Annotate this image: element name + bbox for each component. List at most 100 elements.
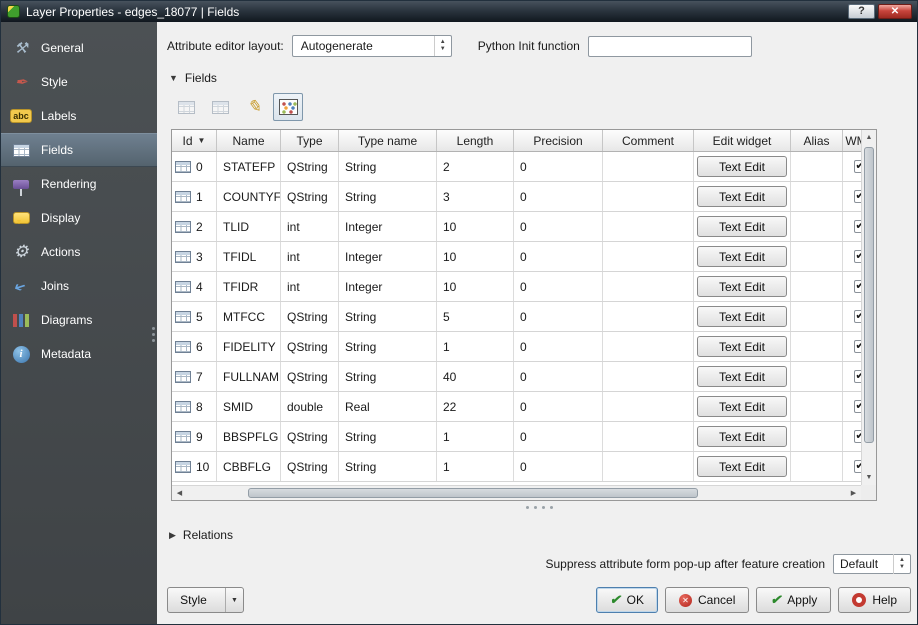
field-editwidget-cell: Text Edit bbox=[694, 362, 791, 391]
sidebar-item-general[interactable]: General bbox=[1, 31, 157, 65]
wms-checkbox[interactable]: ✔ bbox=[854, 460, 862, 473]
field-typename-cell: String bbox=[339, 182, 437, 211]
sidebar-item-metadata[interactable]: i Metadata bbox=[1, 337, 157, 371]
delete-field-button[interactable] bbox=[205, 93, 235, 121]
fields-section-toggle[interactable]: Fields bbox=[169, 71, 911, 85]
edit-widget-button[interactable]: Text Edit bbox=[697, 156, 787, 177]
column-header-length[interactable]: Length bbox=[437, 130, 514, 151]
field-wms-cell: ✔ bbox=[843, 392, 861, 421]
field-editwidget-cell: Text Edit bbox=[694, 242, 791, 271]
sidebar: General Style abc Labels Fields Renderin… bbox=[1, 22, 157, 624]
wms-checkbox[interactable]: ✔ bbox=[854, 190, 862, 203]
wms-checkbox[interactable]: ✔ bbox=[854, 310, 862, 323]
field-name-cell: FIDELITY bbox=[217, 332, 281, 361]
column-header-id[interactable]: Id ▼ bbox=[172, 130, 217, 151]
python-init-input[interactable] bbox=[588, 36, 752, 57]
field-type-cell: int bbox=[281, 242, 339, 271]
suppress-select[interactable]: Default bbox=[833, 554, 911, 574]
wms-checkbox[interactable]: ✔ bbox=[854, 430, 862, 443]
field-wms-cell: ✔ bbox=[843, 302, 861, 331]
horizontal-scrollbar-thumb[interactable] bbox=[248, 488, 698, 498]
field-row: 0STATEFPQStringString20Text Edit✔ bbox=[172, 152, 861, 182]
scroll-right-icon[interactable] bbox=[846, 486, 861, 500]
scroll-up-icon[interactable] bbox=[862, 130, 876, 145]
attribute-editor-layout-value: Autogenerate bbox=[301, 39, 434, 53]
field-type-cell: QString bbox=[281, 422, 339, 451]
sidebar-item-actions[interactable]: Actions bbox=[1, 235, 157, 269]
sidebar-splitter-handle[interactable] bbox=[151, 317, 156, 351]
field-id-cell: 0 bbox=[172, 152, 217, 181]
edit-widget-button[interactable]: Text Edit bbox=[697, 456, 787, 477]
wms-checkbox[interactable]: ✔ bbox=[854, 280, 862, 293]
column-header-type[interactable]: Type bbox=[281, 130, 339, 151]
ok-button[interactable]: OK bbox=[596, 587, 658, 613]
window-close-button[interactable]: ✕ bbox=[878, 4, 912, 19]
field-calculator-button[interactable] bbox=[273, 93, 303, 121]
edit-widget-button[interactable]: Text Edit bbox=[697, 366, 787, 387]
pencil-icon bbox=[247, 97, 261, 117]
sidebar-item-display[interactable]: Display bbox=[1, 201, 157, 235]
edit-widget-button[interactable]: Text Edit bbox=[697, 426, 787, 447]
field-id: 1 bbox=[196, 190, 203, 204]
splitter-handle[interactable] bbox=[167, 501, 911, 514]
field-type-cell: QString bbox=[281, 452, 339, 481]
field-wms-cell: ✔ bbox=[843, 362, 861, 391]
column-header-editwidget[interactable]: Edit widget bbox=[694, 130, 791, 151]
field-length-cell: 40 bbox=[437, 362, 514, 391]
style-button[interactable]: Style bbox=[167, 587, 244, 613]
field-editwidget-cell: Text Edit bbox=[694, 152, 791, 181]
cancel-button[interactable]: Cancel bbox=[665, 587, 749, 613]
field-wms-cell: ✔ bbox=[843, 182, 861, 211]
horizontal-scrollbar[interactable] bbox=[172, 485, 861, 500]
wms-checkbox[interactable]: ✔ bbox=[854, 250, 862, 263]
help-button[interactable]: Help bbox=[838, 587, 911, 613]
column-header-comment[interactable]: Comment bbox=[603, 130, 694, 151]
edit-widget-button[interactable]: Text Edit bbox=[697, 246, 787, 267]
scroll-left-icon[interactable] bbox=[172, 486, 187, 500]
sidebar-item-rendering[interactable]: Rendering bbox=[1, 167, 157, 201]
sidebar-item-diagrams[interactable]: Diagrams bbox=[1, 303, 157, 337]
column-header-name[interactable]: Name bbox=[217, 130, 281, 151]
field-length-cell: 1 bbox=[437, 452, 514, 481]
wms-checkbox[interactable]: ✔ bbox=[854, 400, 862, 413]
relations-section-toggle[interactable]: Relations bbox=[169, 528, 911, 542]
wms-checkbox[interactable]: ✔ bbox=[854, 340, 862, 353]
sidebar-item-joins[interactable]: Joins bbox=[1, 269, 157, 303]
scroll-down-icon[interactable] bbox=[862, 470, 876, 485]
toggle-editing-button[interactable] bbox=[239, 93, 269, 121]
fields-tab-content: Attribute editor layout: Autogenerate Py… bbox=[157, 22, 917, 624]
row-table-icon bbox=[175, 251, 191, 263]
field-id: 7 bbox=[196, 370, 203, 384]
column-header-typename[interactable]: Type name bbox=[339, 130, 437, 151]
sidebar-item-fields[interactable]: Fields bbox=[1, 133, 157, 167]
row-table-icon bbox=[175, 191, 191, 203]
sidebar-item-style[interactable]: Style bbox=[1, 65, 157, 99]
window-help-button[interactable]: ? bbox=[848, 4, 875, 19]
edit-widget-button[interactable]: Text Edit bbox=[697, 216, 787, 237]
edit-widget-button[interactable]: Text Edit bbox=[697, 306, 787, 327]
edit-widget-button[interactable]: Text Edit bbox=[697, 336, 787, 357]
vertical-scrollbar-thumb[interactable] bbox=[864, 147, 874, 443]
field-precision-cell: 0 bbox=[514, 242, 603, 271]
edit-widget-button[interactable]: Text Edit bbox=[697, 276, 787, 297]
field-comment-cell bbox=[603, 302, 694, 331]
column-header-precision[interactable]: Precision bbox=[514, 130, 603, 151]
wms-checkbox[interactable]: ✔ bbox=[854, 220, 862, 233]
sidebar-item-labels[interactable]: abc Labels bbox=[1, 99, 157, 133]
field-name-cell: CBBFLG bbox=[217, 452, 281, 481]
column-header-alias[interactable]: Alias bbox=[791, 130, 843, 151]
field-precision-cell: 0 bbox=[514, 302, 603, 331]
edit-widget-button[interactable]: Text Edit bbox=[697, 396, 787, 417]
field-alias-cell bbox=[791, 332, 843, 361]
wms-checkbox[interactable]: ✔ bbox=[854, 370, 862, 383]
wms-checkbox[interactable]: ✔ bbox=[854, 160, 862, 173]
scrollbar-corner bbox=[861, 485, 876, 500]
field-row: 9BBSPFLGQStringString10Text Edit✔ bbox=[172, 422, 861, 452]
edit-widget-button[interactable]: Text Edit bbox=[697, 186, 787, 207]
new-field-button[interactable] bbox=[171, 93, 201, 121]
vertical-scrollbar[interactable] bbox=[861, 130, 876, 485]
apply-button[interactable]: Apply bbox=[756, 587, 831, 613]
column-header-wms[interactable]: WMS bbox=[843, 130, 861, 151]
attribute-editor-layout-select[interactable]: Autogenerate bbox=[292, 35, 452, 57]
field-name-cell: SMID bbox=[217, 392, 281, 421]
